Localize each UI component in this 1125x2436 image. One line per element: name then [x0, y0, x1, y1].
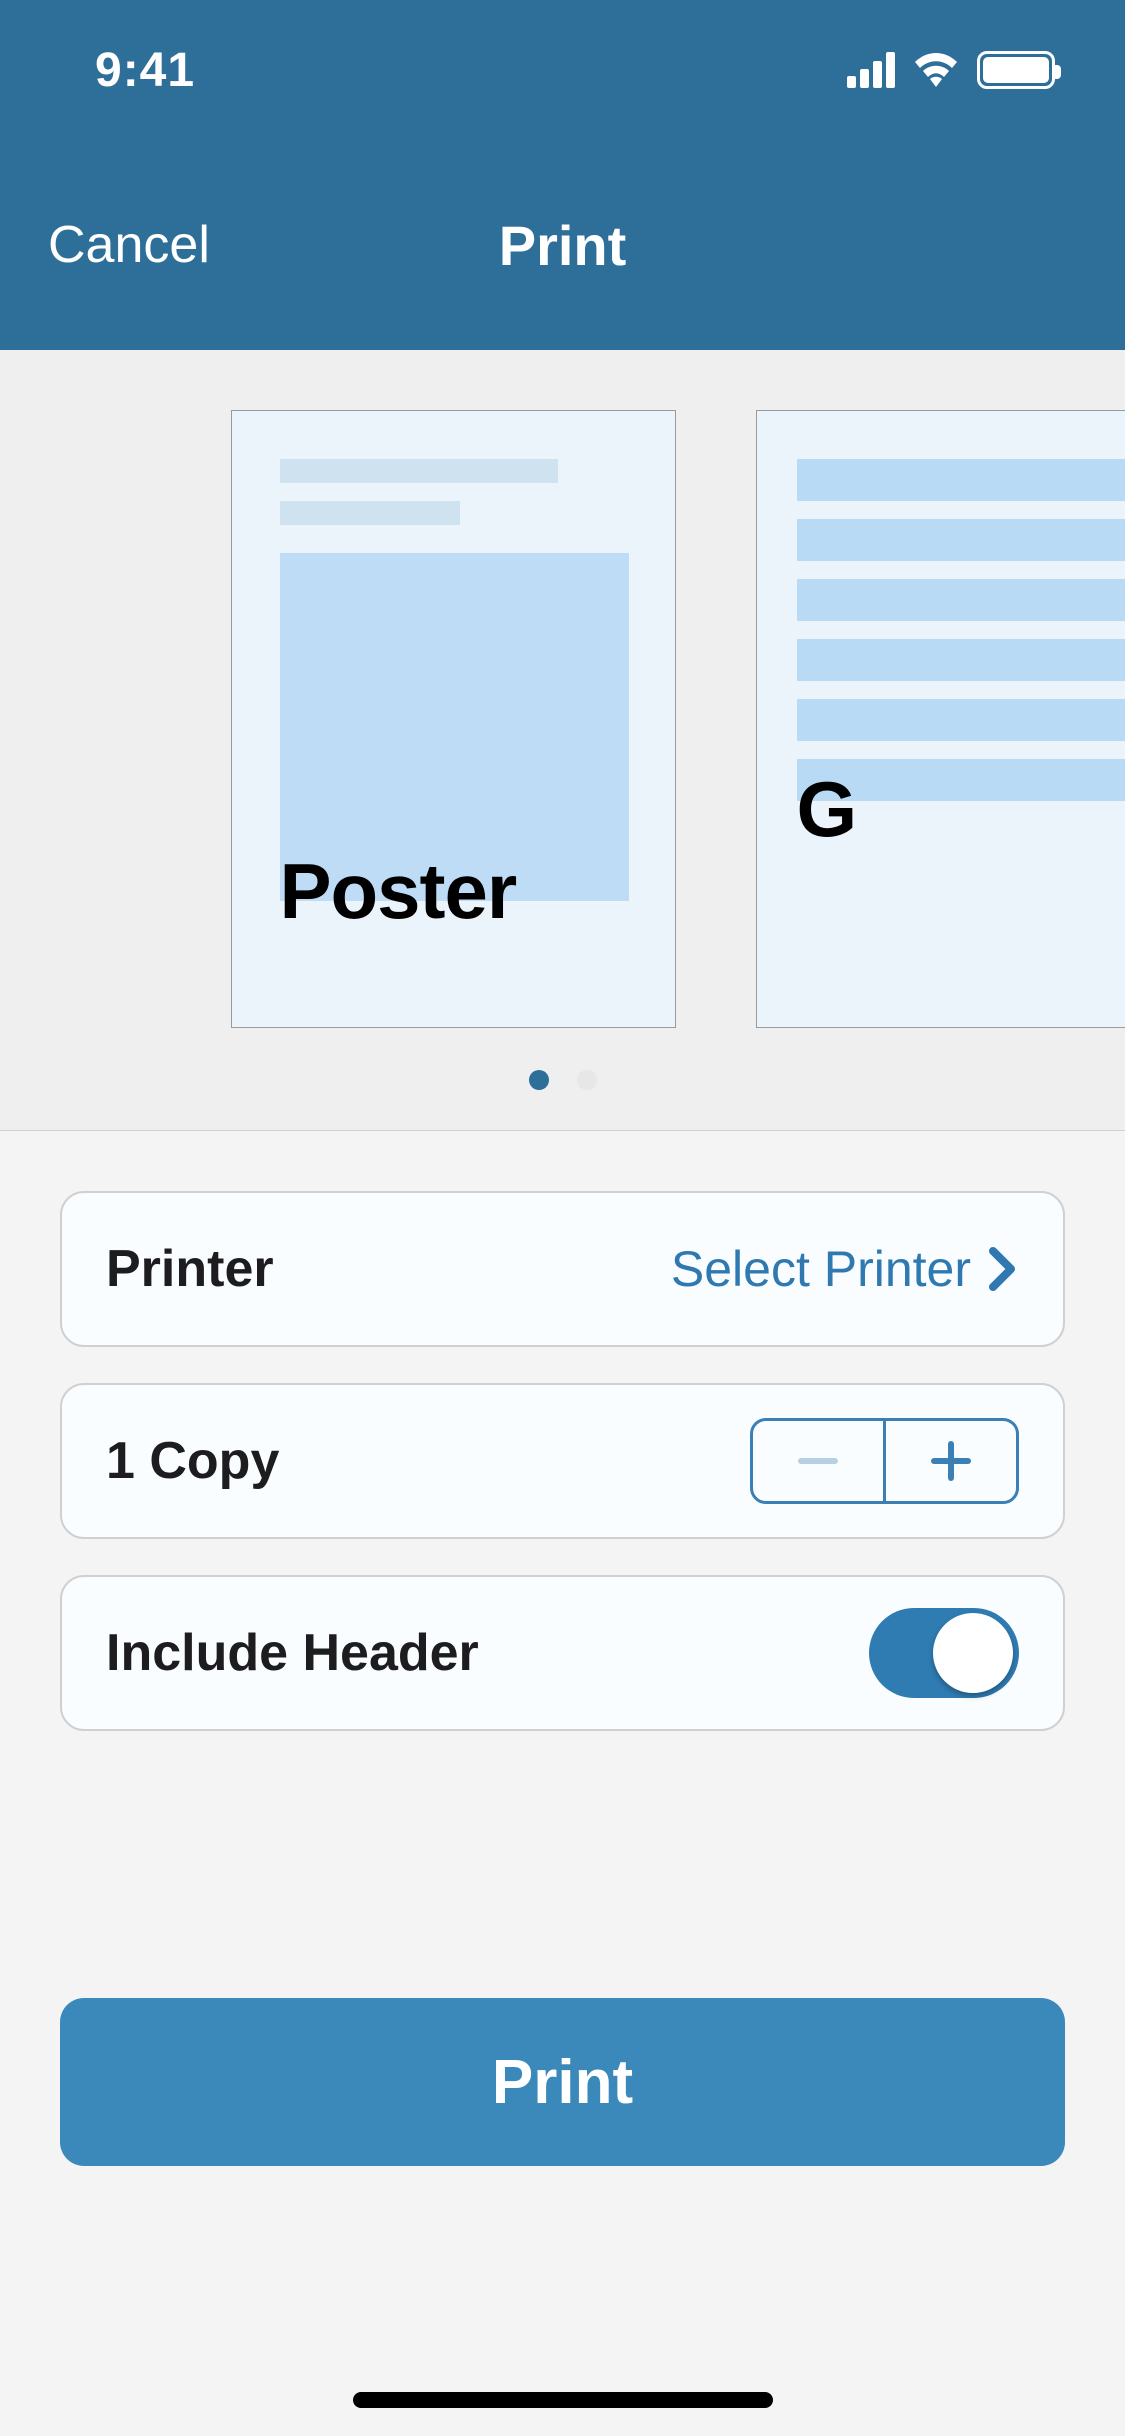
chevron-right-icon: [989, 1247, 1019, 1291]
copies-increment-button[interactable]: [886, 1421, 1016, 1501]
plus-icon: [931, 1441, 971, 1481]
nav-bar: Cancel Print: [0, 140, 1125, 350]
printer-value: Select Printer: [671, 1240, 971, 1298]
style-card-label: G: [797, 764, 1125, 855]
switch-knob: [933, 1613, 1013, 1693]
pager-dot: [577, 1070, 597, 1090]
page-indicator: [0, 1070, 1125, 1090]
style-card-next[interactable]: G: [756, 410, 1125, 1028]
copies-row: 1 Copy: [60, 1383, 1065, 1539]
status-icons: [847, 51, 1055, 89]
printer-row[interactable]: Printer Select Printer: [60, 1191, 1065, 1347]
print-options: Printer Select Printer 1 Copy Include He…: [0, 1131, 1125, 1767]
print-style-carousel[interactable]: Poster G: [0, 350, 1125, 1131]
copies-decrement-button[interactable]: [753, 1421, 883, 1501]
battery-icon: [977, 51, 1055, 89]
include-header-row: Include Header: [60, 1575, 1065, 1731]
print-button[interactable]: Print: [60, 1998, 1065, 2166]
cancel-button[interactable]: Cancel: [48, 215, 210, 275]
pager-dot-active: [529, 1070, 549, 1090]
copies-label: 1 Copy: [106, 1431, 279, 1491]
style-card-poster[interactable]: Poster: [231, 410, 676, 1028]
status-time: 9:41: [95, 43, 195, 98]
placeholder-line: [280, 459, 558, 483]
status-bar: 9:41: [0, 0, 1125, 140]
include-header-toggle[interactable]: [869, 1608, 1019, 1698]
minus-icon: [798, 1458, 838, 1464]
page-title: Print: [499, 213, 627, 278]
cellular-signal-icon: [847, 52, 895, 88]
style-card-label: Poster: [280, 846, 627, 937]
placeholder-line: [280, 501, 460, 525]
copies-stepper: [750, 1418, 1019, 1504]
wifi-icon: [911, 51, 961, 89]
include-header-label: Include Header: [106, 1623, 479, 1683]
printer-label: Printer: [106, 1239, 274, 1299]
home-indicator[interactable]: [353, 2392, 773, 2408]
